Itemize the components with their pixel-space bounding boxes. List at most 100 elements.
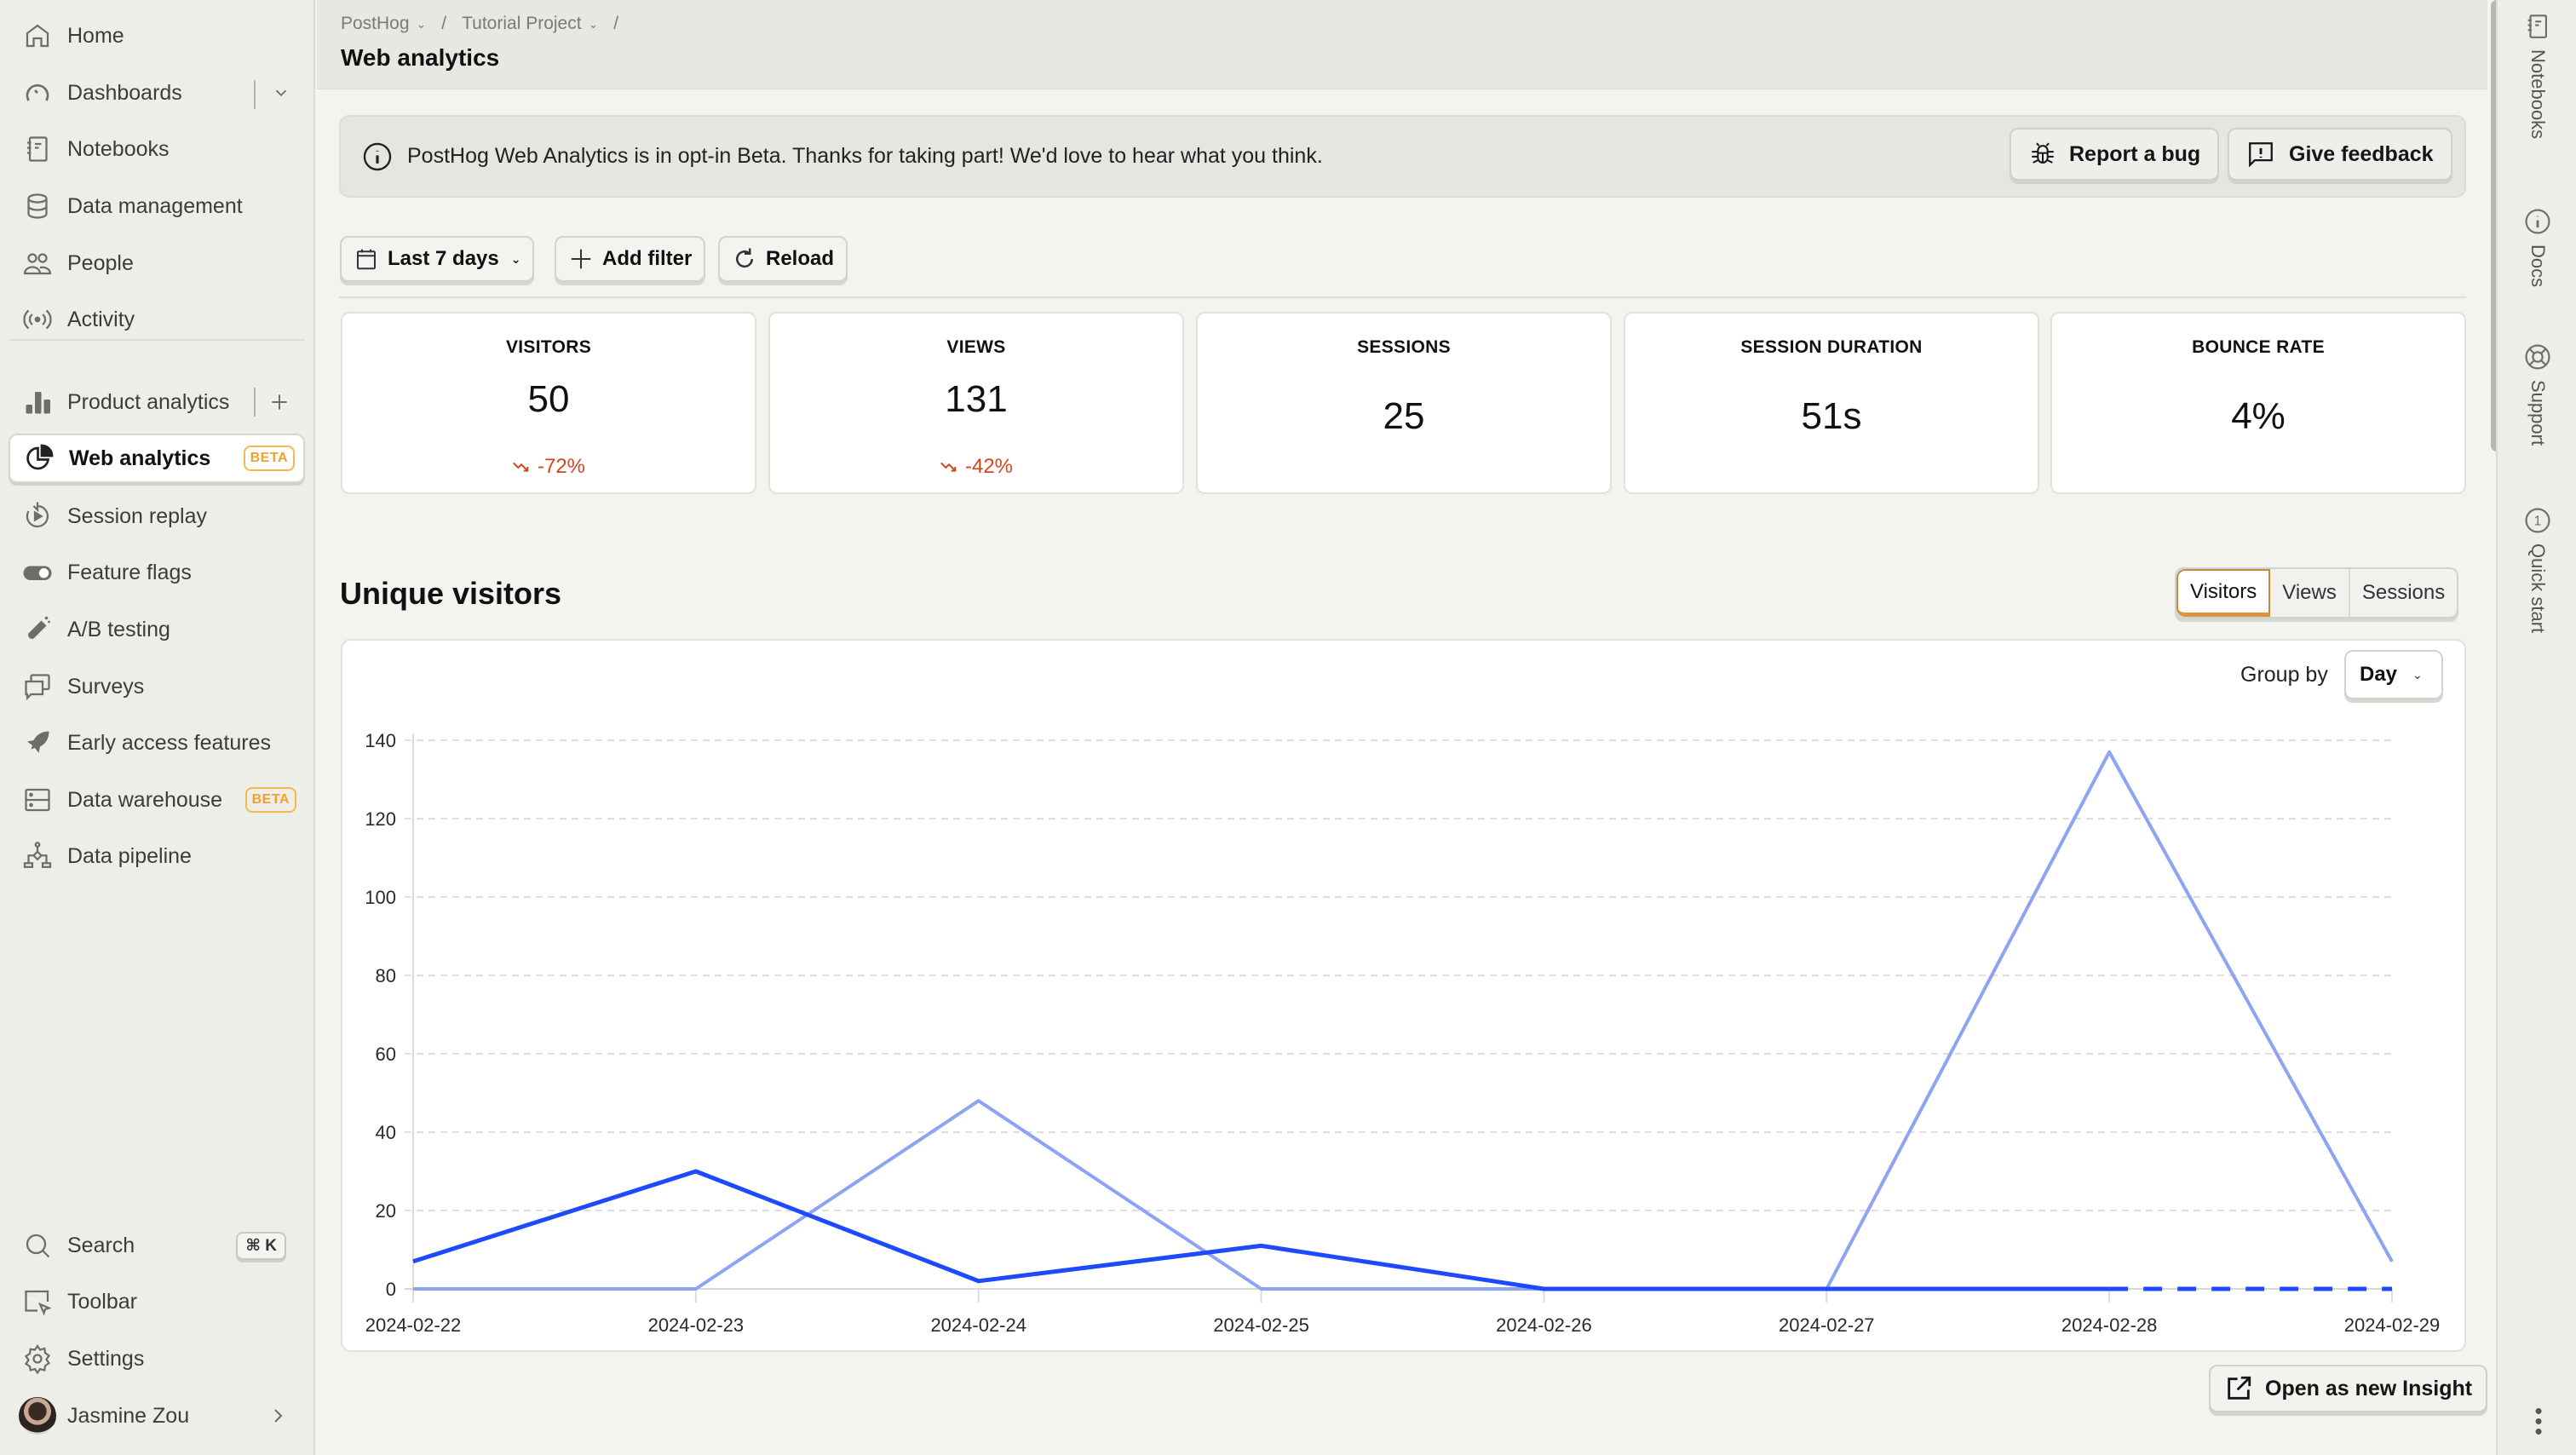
sidebar-divider [10, 339, 305, 341]
toolbar-icon [20, 1285, 55, 1319]
sidebar-item-toolbar[interactable]: Toolbar [9, 1277, 305, 1326]
trend-down-icon [513, 462, 529, 472]
side-panel-support[interactable]: Support [2523, 342, 2552, 446]
dashboards-expand-button[interactable] [264, 76, 298, 110]
open-as-insight-button[interactable]: Open as new Insight [2209, 1365, 2488, 1412]
group-by-value: Day [2360, 663, 2398, 686]
divider [254, 388, 256, 417]
survey-icon [20, 670, 55, 704]
stat-change-value: -72% [537, 455, 586, 478]
sidebar-item-label: Data warehouse [67, 787, 223, 812]
external-link-icon [2228, 1376, 2251, 1400]
date-range-dropdown[interactable]: Last 7 days ⌄ [340, 236, 535, 282]
report-bug-button[interactable]: Report a bug [2010, 128, 2220, 181]
sidebar-item-data-pipeline[interactable]: Data pipeline [9, 831, 305, 881]
reload-button[interactable]: Reload [718, 236, 848, 282]
button-label: Report a bug [2069, 141, 2201, 166]
sidebar-item-search[interactable]: Search ⌘ K [9, 1221, 305, 1270]
sidebar-item-dashboards[interactable]: Dashboards [9, 68, 305, 118]
stat-label: VISITORS [505, 337, 592, 357]
button-label: Give feedback [2289, 141, 2434, 166]
sidebar-item-feature-flags[interactable]: Feature flags [9, 548, 305, 597]
breadcrumb-separator: / [441, 14, 447, 33]
group-by-label: Group by [2240, 663, 2328, 687]
group-by-select[interactable]: Day ⌄ [2344, 650, 2443, 699]
add-filter-button[interactable]: Add filter [555, 236, 706, 282]
breadcrumb-label: Tutorial Project [462, 14, 582, 33]
beta-badge: BETA [243, 446, 295, 471]
quickstart-icon: 1 [2525, 508, 2550, 533]
avatar [19, 1397, 56, 1435]
give-feedback-button[interactable]: Give feedback [2228, 128, 2452, 181]
breadcrumb-project[interactable]: Tutorial Project ⌄ [462, 14, 598, 34]
sidebar-item-home[interactable]: Home [9, 11, 305, 60]
stat-card-session-duration: SESSION DURATION 51s [1624, 312, 2039, 494]
chevron-right-icon [274, 1409, 283, 1423]
filter-divider [339, 296, 2466, 298]
stat-change: -72% [342, 455, 755, 479]
chevron-down-icon: ⌄ [510, 251, 521, 266]
database-icon [20, 189, 55, 223]
sidebar-item-notebooks[interactable]: Notebooks [9, 124, 305, 174]
sidebar-item-settings[interactable]: Settings [9, 1334, 305, 1383]
sidebar-item-data-management[interactable]: Data management [9, 181, 305, 231]
date-range-label: Last 7 days [388, 247, 499, 270]
side-panel-label: Support [2527, 380, 2549, 446]
sidebar-item-label: Toolbar [67, 1289, 137, 1314]
tab-sessions[interactable]: Sessions [2350, 569, 2457, 617]
search-icon [20, 1228, 55, 1262]
sidebar-item-label: Settings [67, 1346, 145, 1371]
stat-label: VIEWS [946, 337, 1006, 357]
stat-value: 131 [945, 378, 1008, 420]
app-root: Home Dashboards Notebooks Data managemen… [0, 0, 2576, 1455]
side-panel-docs[interactable]: Docs [2523, 207, 2552, 287]
sidebar-item-surveys[interactable]: Surveys [9, 662, 305, 711]
beta-badge: BETA [244, 787, 296, 813]
stat-value: 25 [1383, 395, 1425, 437]
keyboard-shortcut: ⌘ K [236, 1231, 286, 1260]
plus-icon [272, 394, 287, 410]
feedback-icon [2249, 142, 2273, 168]
tab-visitors[interactable]: Visitors [2176, 569, 2271, 617]
breadcrumb-organization[interactable]: PostHog ⌄ [341, 14, 426, 34]
side-panel-notebooks[interactable]: Notebooks [2523, 12, 2552, 139]
sidebar: Home Dashboards Notebooks Data managemen… [0, 0, 315, 1455]
sidebar-item-data-warehouse[interactable]: Data warehouse BETA [9, 775, 305, 825]
button-label: Reload [766, 247, 835, 270]
chevron-down-icon: ⌄ [2412, 667, 2423, 681]
sidebar-item-label: A/B testing [67, 617, 170, 641]
side-panel-quick-start[interactable]: 1 Quick start [2523, 506, 2552, 633]
activity-icon [20, 302, 55, 336]
breadcrumb-separator: / [613, 14, 619, 33]
rocket-icon [20, 726, 55, 760]
sidebar-item-activity[interactable]: Activity [9, 295, 305, 344]
sidebar-item-early-access[interactable]: Early access features [9, 718, 305, 768]
pie-chart-icon [22, 441, 56, 475]
stat-card-visitors: VISITORS 50 -72% [341, 312, 756, 494]
trend-down-icon [940, 462, 957, 472]
user-menu[interactable]: Jasmine Zou [9, 1391, 305, 1441]
people-icon [20, 246, 55, 280]
info-icon [2525, 209, 2550, 234]
notebook-icon [20, 132, 55, 166]
breadcrumb: PostHog ⌄ / Tutorial Project ⌄ / [341, 14, 634, 34]
sidebar-item-people[interactable]: People [9, 239, 305, 288]
sidebar-item-product-analytics[interactable]: Product analytics [9, 377, 305, 427]
new-insight-button[interactable] [262, 385, 296, 419]
sidebar-item-web-analytics[interactable]: Web analytics BETA [9, 434, 305, 483]
sidebar-item-session-replay[interactable]: Session replay [9, 492, 305, 541]
side-panel-label: Quick start [2527, 543, 2549, 634]
quickstart-badge: 1 [2534, 515, 2542, 529]
sidebar-item-label: People [67, 250, 134, 275]
stat-value: 4% [2231, 395, 2286, 437]
breadcrumb-label: PostHog [341, 14, 410, 33]
sidebar-item-label: Surveys [67, 674, 145, 699]
more-options-icon[interactable]: • • • [2530, 1400, 2547, 1442]
pipeline-icon [20, 839, 55, 873]
metric-tabs: Visitors Views Sessions [2175, 567, 2459, 618]
tab-views[interactable]: Views [2270, 569, 2350, 617]
sidebar-item-label: Data management [67, 193, 243, 218]
bar-chart-icon [20, 385, 55, 419]
sidebar-item-ab-testing[interactable]: A/B testing [9, 605, 305, 654]
side-panel-label: Notebooks [2527, 49, 2549, 140]
